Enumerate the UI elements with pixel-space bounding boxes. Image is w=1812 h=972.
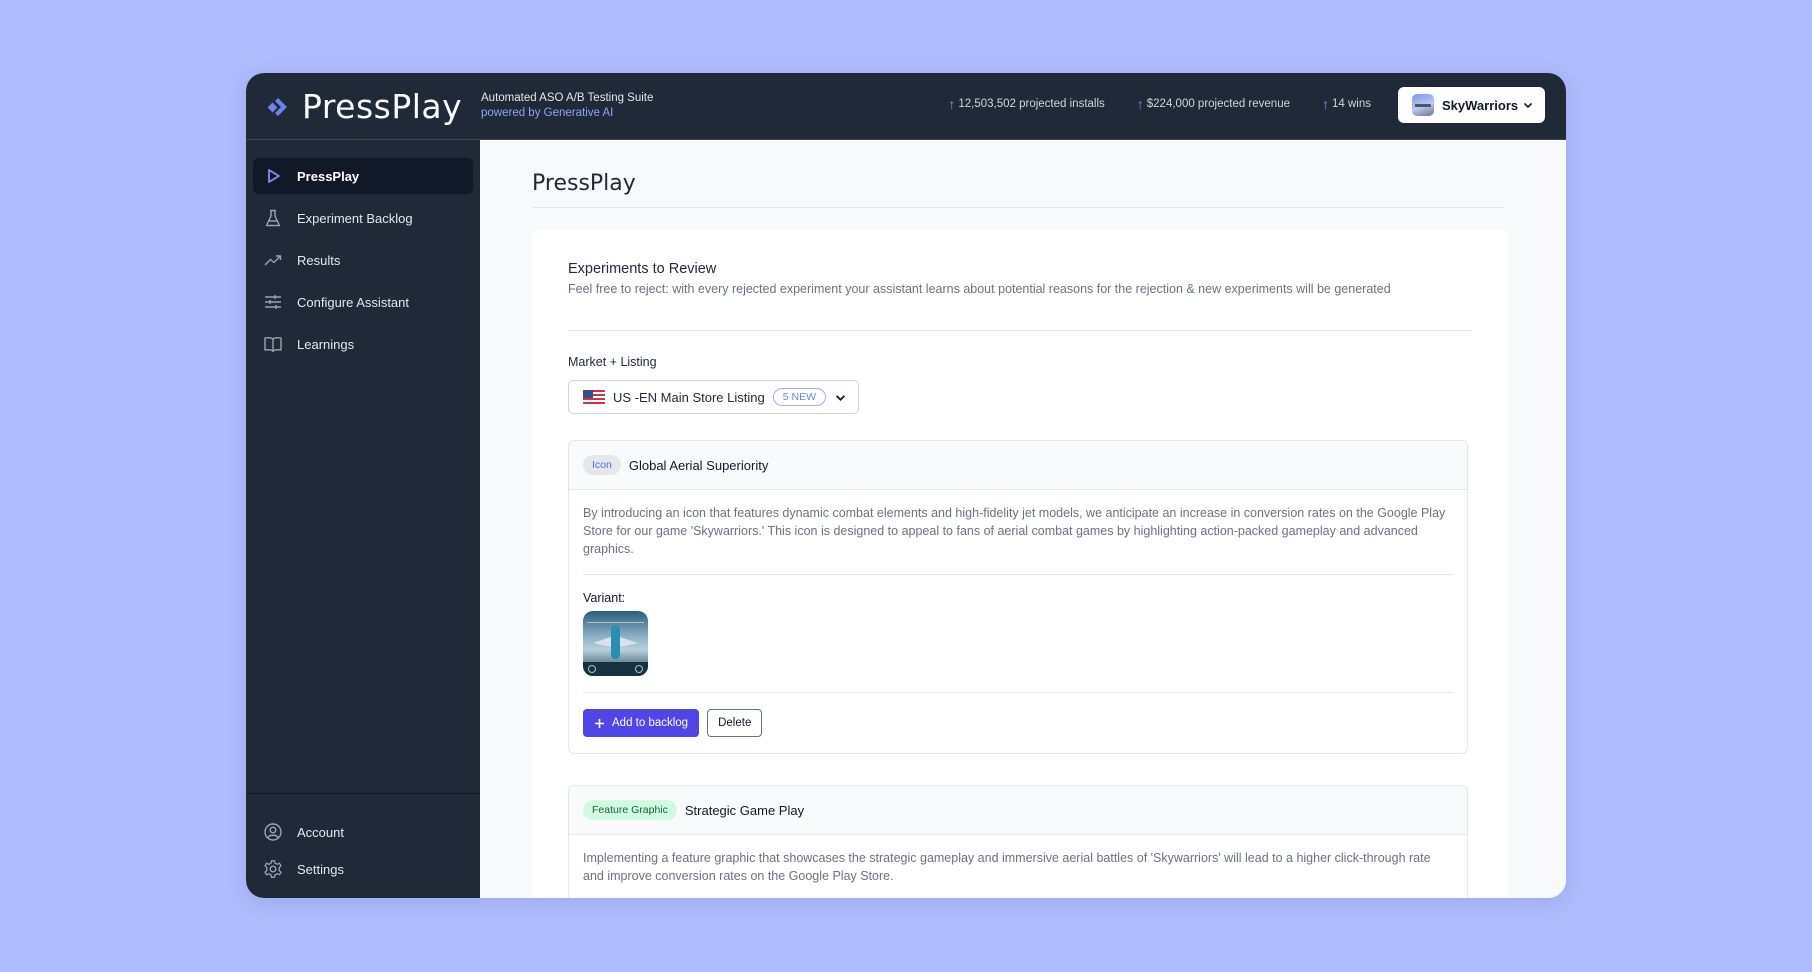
arrow-up-icon: ↑ bbox=[1322, 96, 1329, 112]
experiment-actions: Add to backlog Delete bbox=[569, 693, 1467, 753]
stat-label: $224,000 projected revenue bbox=[1146, 98, 1290, 110]
sidebar-item-label: Settings bbox=[297, 861, 344, 877]
divider bbox=[568, 330, 1472, 331]
experiment-type-badge: Icon bbox=[583, 455, 621, 475]
sidebar-item-account[interactable]: Account bbox=[253, 816, 473, 848]
play-icon bbox=[263, 166, 283, 186]
sidebar-bottom: Account Settings bbox=[246, 793, 480, 890]
flask-icon bbox=[263, 208, 283, 228]
add-to-backlog-button[interactable]: Add to backlog bbox=[583, 709, 700, 737]
delete-button[interactable]: Delete bbox=[707, 709, 763, 737]
app-window: PressPlay Automated ASO A/B Testing Suit… bbox=[246, 73, 1566, 898]
chevron-down-icon bbox=[1523, 102, 1533, 109]
page-title: PressPlay bbox=[532, 171, 636, 196]
plus-icon bbox=[595, 718, 604, 728]
sidebar-item-learnings[interactable]: Learnings bbox=[253, 326, 473, 362]
listing-value: US -EN Main Store Listing bbox=[613, 389, 765, 405]
section-title: Experiments to Review bbox=[568, 261, 717, 277]
experiment-description: Implementing a feature graphic that show… bbox=[583, 851, 1431, 883]
add-to-backlog-label: Add to backlog bbox=[612, 717, 689, 729]
stat-wins: ↑ 14 wins bbox=[1322, 97, 1371, 111]
main-content: PressPlay Experiments to Review Feel fre… bbox=[480, 140, 1566, 898]
experiment-header: Icon Global Aerial Superiority bbox=[569, 441, 1467, 490]
us-flag-icon bbox=[583, 390, 605, 404]
arrow-up-icon: ↑ bbox=[1136, 96, 1144, 112]
app-selector-name: SkyWarriors bbox=[1442, 97, 1519, 113]
sidebar-item-experiment-backlog[interactable]: Experiment Backlog bbox=[253, 200, 473, 236]
sliders-icon bbox=[263, 292, 283, 312]
tagline-title: Automated ASO A/B Testing Suite bbox=[481, 92, 654, 104]
gear-icon bbox=[263, 859, 283, 879]
experiment-card: Icon Global Aerial Superiority By introd… bbox=[568, 440, 1468, 754]
experiment-type-badge: Feature Graphic bbox=[583, 800, 677, 820]
experiments-card: Experiments to Review Feel free to rejec… bbox=[532, 229, 1508, 898]
stat-installs: ↑ 12,503,502 projected installs bbox=[948, 97, 1104, 111]
stat-label: 14 wins bbox=[1332, 98, 1371, 110]
app-selector[interactable]: SkyWarriors bbox=[1398, 87, 1545, 123]
logo[interactable]: PressPlay bbox=[266, 87, 462, 126]
sidebar-item-results[interactable]: Results bbox=[253, 242, 473, 278]
stat-label: 12,503,502 projected installs bbox=[958, 98, 1105, 110]
variant-icon-image[interactable] bbox=[583, 611, 648, 676]
stat-revenue: ↑ $224,000 projected revenue bbox=[1137, 97, 1290, 111]
divider bbox=[532, 207, 1504, 208]
sidebar-nav: PressPlay Experiment Backlog Results Con… bbox=[253, 158, 473, 368]
sidebar-item-label: Experiment Backlog bbox=[297, 210, 413, 226]
tagline-subtitle: powered by Generative AI bbox=[481, 107, 614, 119]
section-subtitle: Feel free to reject: with every rejected… bbox=[568, 282, 1391, 296]
book-icon bbox=[263, 334, 283, 354]
experiment-card: Feature Graphic Strategic Game Play Impl… bbox=[568, 785, 1468, 898]
variant-label: Variant: bbox=[583, 591, 626, 605]
app-thumbnail-icon bbox=[1412, 94, 1434, 116]
logo-icon bbox=[267, 97, 287, 116]
sidebar-item-label: Learnings bbox=[297, 336, 355, 352]
experiment-description: By introducing an icon that features dyn… bbox=[583, 506, 1446, 556]
sidebar-item-settings[interactable]: Settings bbox=[253, 853, 473, 885]
experiment-header: Feature Graphic Strategic Game Play bbox=[569, 786, 1467, 835]
logo-text: PressPlay bbox=[302, 87, 463, 126]
new-count-badge: 5 NEW bbox=[772, 388, 826, 406]
arrow-up-icon: ↑ bbox=[948, 96, 956, 112]
sidebar-item-label: Configure Assistant bbox=[297, 294, 410, 310]
sidebar-item-pressplay[interactable]: PressPlay bbox=[253, 158, 473, 194]
sidebar-item-label: Results bbox=[297, 252, 341, 268]
experiment-title: Global Aerial Superiority bbox=[628, 457, 769, 473]
market-listing-select[interactable]: US -EN Main Store Listing 5 NEW bbox=[568, 380, 859, 414]
stats-bar: ↑ 12,503,502 projected installs ↑ $224,0… bbox=[948, 97, 1371, 111]
sidebar: PressPlay Experiment Backlog Results Con… bbox=[246, 140, 480, 898]
sidebar-item-configure-assistant[interactable]: Configure Assistant bbox=[253, 284, 473, 320]
tagline: Automated ASO A/B Testing Suite powered … bbox=[481, 91, 653, 121]
experiment-title: Strategic Game Play bbox=[684, 802, 805, 818]
user-circle-icon bbox=[263, 822, 283, 842]
trending-up-icon bbox=[263, 250, 283, 270]
sidebar-item-label: Account bbox=[297, 824, 344, 840]
chevron-down-icon bbox=[836, 394, 845, 401]
market-label: Market + Listing bbox=[568, 355, 657, 369]
top-header: PressPlay Automated ASO A/B Testing Suit… bbox=[246, 73, 1566, 140]
sidebar-item-label: PressPlay bbox=[297, 168, 360, 184]
